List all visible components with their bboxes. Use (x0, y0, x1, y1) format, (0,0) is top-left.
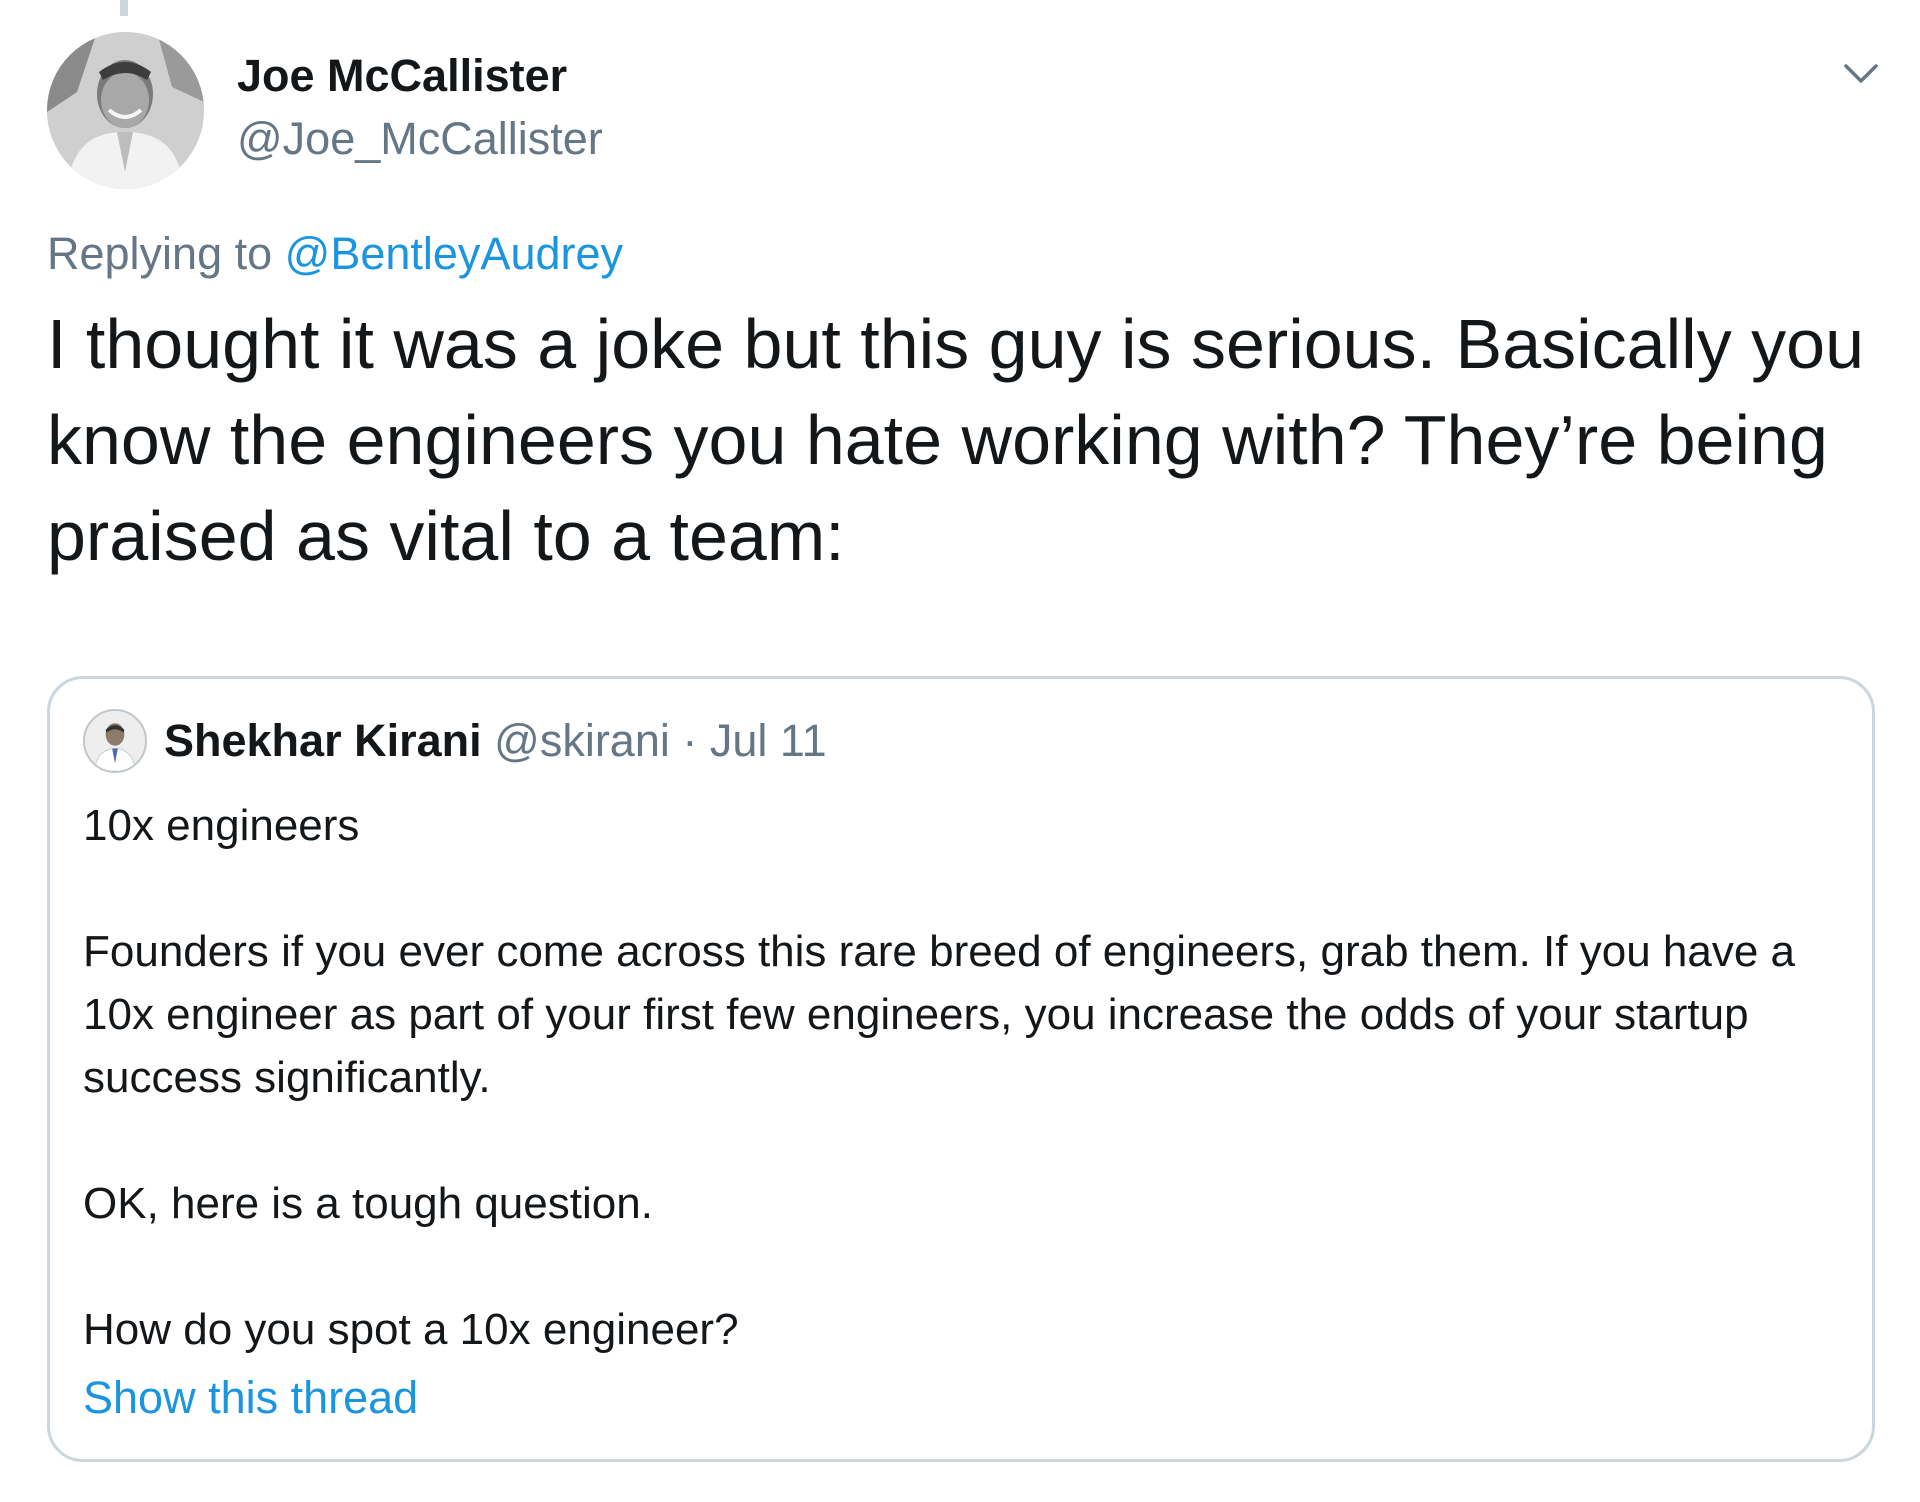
show-thread-link[interactable]: Show this thread (83, 1372, 418, 1424)
tweet-menu-button[interactable] (1838, 50, 1884, 96)
profile-photo-icon (85, 711, 145, 771)
author-avatar[interactable] (47, 32, 204, 189)
quoted-author-avatar[interactable] (83, 709, 147, 773)
quoted-paragraph: How do you spot a 10x engineer? (83, 1305, 739, 1354)
quoted-author-name[interactable]: Shekhar Kirani (164, 715, 482, 766)
author-handle[interactable]: @Joe_McCallister (237, 113, 603, 165)
quoted-paragraph: OK, here is a tough question. (83, 1179, 653, 1228)
quoted-tweet-body: 10x engineers Founders if you ever come … (83, 794, 1843, 1361)
replying-to-handle-link[interactable]: @BentleyAudrey (285, 228, 623, 279)
replying-to: Replying to @BentleyAudrey (47, 228, 623, 280)
quoted-tweet-date[interactable]: Jul 11 (710, 715, 827, 766)
author-name[interactable]: Joe McCallister (237, 50, 567, 102)
profile-photo-icon (47, 32, 204, 189)
quoted-author-handle[interactable]: @skirani (494, 715, 670, 766)
quoted-paragraph: 10x engineers (83, 801, 360, 850)
quoted-tweet-header: Shekhar Kirani @skirani · Jul 11 (164, 715, 827, 767)
quoted-tweet-card[interactable]: Shekhar Kirani @skirani · Jul 11 10x eng… (47, 676, 1875, 1462)
meta-separator: · (682, 715, 698, 766)
thread-connector-line (120, 0, 128, 16)
tweet-text: I thought it was a joke but this guy is … (47, 305, 1865, 575)
replying-to-prefix: Replying to (47, 228, 273, 279)
chevron-down-icon (1844, 64, 1878, 83)
quoted-paragraph: Founders if you ever come across this ra… (83, 927, 1796, 1102)
